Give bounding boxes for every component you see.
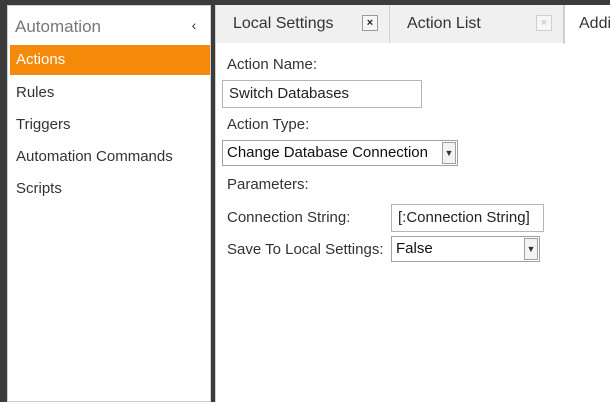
tab-label: Addi [579,15,610,32]
save-local-settings-label: Save To Local Settings: [227,241,384,258]
tab-label: Local Settings [233,15,334,32]
sidebar-item-triggers[interactable]: Triggers [10,110,210,140]
save-local-settings-value: False [396,240,433,257]
close-icon[interactable]: × [536,15,552,31]
chevron-down-icon[interactable]: ▼ [524,238,538,260]
save-local-settings-select[interactable]: False ▼ [391,236,540,262]
action-name-input[interactable]: Switch Databases [222,80,422,108]
chevron-down-icon[interactable]: ▼ [442,142,456,164]
tab-bar: Local Settings × Action List × Addi [216,5,610,44]
sidebar-item-rules[interactable]: Rules [10,78,210,108]
sidebar-item-actions[interactable]: Actions [10,45,210,75]
tab-action-list[interactable]: Action List × [390,5,564,43]
connection-string-label: Connection String: [227,209,351,226]
main-panel: Local Settings × Action List × Addi Acti… [215,5,610,402]
action-type-label: Action Type: [227,116,310,133]
close-icon[interactable]: × [362,15,378,31]
connection-string-input[interactable]: [:Connection String] [391,204,544,232]
automation-sidebar: Automation ‹ Actions Rules Triggers Auto… [7,5,211,402]
sidebar-header: Automation ‹ [8,6,210,44]
sidebar-item-automation-commands[interactable]: Automation Commands [10,142,210,172]
action-type-select[interactable]: Change Database Connection ▼ [222,140,458,166]
tab-local-settings[interactable]: Local Settings × [216,5,390,43]
parameters-label: Parameters: [227,176,309,193]
action-name-label: Action Name: [227,56,318,73]
sidebar-item-scripts[interactable]: Scripts [10,174,210,204]
sidebar-title: Automation [15,17,101,36]
action-type-value: Change Database Connection [227,144,428,161]
tab-label: Action List [407,15,481,32]
tab-additional[interactable]: Addi [564,5,610,44]
collapse-sidebar-icon[interactable]: ‹ [186,15,202,35]
app-window: Automation ‹ Actions Rules Triggers Auto… [0,0,610,402]
